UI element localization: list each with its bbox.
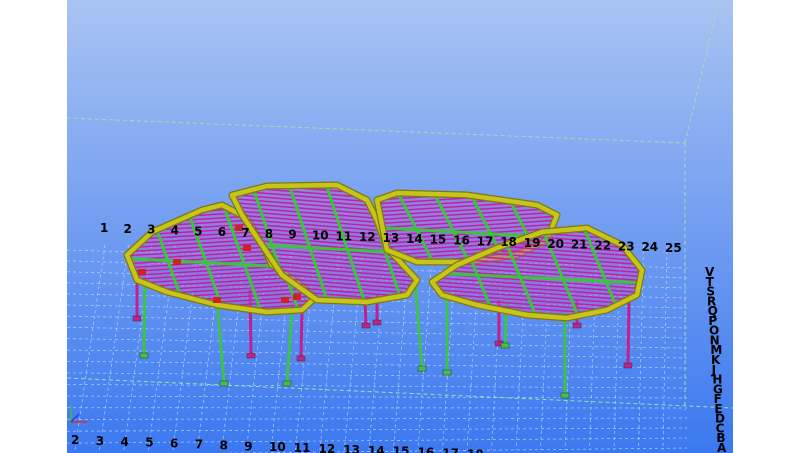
grid-label-front: 9 <box>244 439 252 453</box>
grid-label-back: 21 <box>571 238 588 252</box>
column-base-plate <box>296 355 306 362</box>
grid-label-back: 2 <box>124 222 132 236</box>
column-base-plate <box>623 362 633 369</box>
grid-label-front: 7 <box>195 438 203 452</box>
column[interactable] <box>142 284 147 356</box>
column-base-plate <box>246 352 256 359</box>
grid-label-front: 11 <box>294 441 311 453</box>
column-base-plate <box>132 315 142 322</box>
grid-label-front: 16 <box>418 446 435 453</box>
grid-label-back: 15 <box>430 233 447 247</box>
3d-model-viewport[interactable]: 1 2 3 4 5 6 7 8 9 10 11 12 13 14 15 16 17 18 19 20 21 22 23 24 2… <box>67 0 733 453</box>
grid-label-back: 3 <box>147 223 155 237</box>
grid-label-back: 11 <box>335 229 352 243</box>
column-base-plate <box>417 365 427 372</box>
grid-label-back: 20 <box>547 237 564 251</box>
grid-label-front: 6 <box>170 437 178 451</box>
grid-label-back: 12 <box>359 230 376 244</box>
grid-label-front: 13 <box>343 443 360 453</box>
grid-label-front: 3 <box>96 434 104 448</box>
column-base-plate <box>500 342 510 349</box>
grid-label-front: 18 <box>467 447 484 453</box>
column-base-plate <box>282 380 292 387</box>
column[interactable] <box>626 299 631 366</box>
column-base-plate <box>361 322 371 329</box>
grid-label-back: 25 <box>665 241 682 255</box>
grid-label-front: 4 <box>121 435 129 449</box>
column-base-plate <box>372 319 382 326</box>
grid-label-front: 8 <box>220 438 228 452</box>
grid-label-back: 19 <box>524 236 541 250</box>
grid-label-front: 2 <box>71 433 79 447</box>
column-base-plate <box>139 352 149 359</box>
column-base-plate <box>442 369 452 376</box>
grid-label-front: 14 <box>368 444 385 453</box>
grid-label-back: 4 <box>171 224 179 238</box>
connection-node <box>293 294 301 300</box>
connection-node <box>281 297 289 303</box>
connection-node <box>213 297 221 303</box>
grid-label-back: 1 <box>100 221 108 235</box>
grid-label-back: 24 <box>641 240 658 254</box>
grid-label-back: 18 <box>500 235 517 249</box>
grid-label-front: 5 <box>145 436 153 450</box>
grid-label-back: 5 <box>194 224 202 238</box>
connection-node <box>138 269 146 275</box>
grid-label-front: 12 <box>319 442 336 453</box>
grid-label-back: 22 <box>594 239 611 253</box>
grid-label-back: 17 <box>477 234 494 248</box>
grid-label-right: A <box>717 441 727 453</box>
grid-label-back: 14 <box>406 232 423 246</box>
connection-node <box>173 259 181 265</box>
grid-label-back: 23 <box>618 239 635 253</box>
grid-label-back: 10 <box>312 229 329 243</box>
column-base-plate <box>572 322 582 329</box>
grid-label-back: 7 <box>241 226 249 240</box>
grid-label-front: 15 <box>393 445 410 453</box>
model-canvas[interactable]: 1 2 3 4 5 6 7 8 9 10 11 12 13 14 15 16 17 18 19 20 21 22 23 24 2… <box>67 0 733 453</box>
column-base-plate <box>219 380 229 387</box>
grid-label-back: 6 <box>218 225 226 239</box>
column[interactable] <box>299 309 304 359</box>
grid-label-front: 10 <box>269 440 286 453</box>
connection-node <box>243 245 251 251</box>
grid-label-front: 17 <box>442 447 459 453</box>
grid-label-back: 9 <box>288 228 296 242</box>
grid-label-back: 8 <box>265 227 273 241</box>
column-base-plate <box>560 392 570 399</box>
grid-label-back: 16 <box>453 234 470 248</box>
grid-label-back: 13 <box>383 231 400 245</box>
